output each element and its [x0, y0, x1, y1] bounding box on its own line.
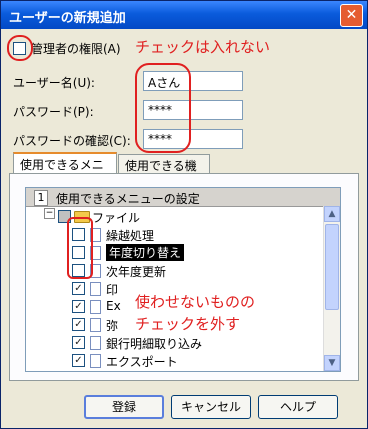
menu-item-label: 弥	[106, 319, 119, 333]
confirm-password-label: パスワードの確認(C):	[13, 134, 131, 148]
menu-item-label: 次年度更新	[106, 265, 167, 279]
username-label: ユーザー名(U):	[13, 76, 95, 90]
list-header: 1 使用できるメニューの設定	[26, 188, 340, 207]
header-text: 使用できるメニューの設定	[56, 192, 200, 206]
window-title: ユーザーの新規追加	[9, 11, 126, 26]
menu-item-checkbox[interactable]: ✓	[72, 300, 85, 313]
password-label: パスワード(P):	[13, 105, 94, 119]
document-icon	[90, 354, 101, 368]
dialog-window: ユーザーの新規追加 ✕ 管理者の権限(A) チェックは入れない ユーザー名(U)…	[0, 0, 368, 429]
menu-item-label: 銀行明細取り込み	[106, 337, 203, 351]
title-bar: ユーザーの新規追加 ✕	[1, 1, 367, 29]
document-icon	[90, 318, 101, 332]
menu-item-label: 印	[106, 283, 119, 297]
menu-item-checkbox[interactable]: ✓	[72, 336, 85, 349]
menu-item-row[interactable]: ✓ 銀行明細取り込み	[26, 333, 322, 351]
annotation-circle-unchecked	[67, 217, 93, 279]
menu-item-label: エクスポート	[106, 355, 178, 369]
cancel-button[interactable]: キャンセル	[171, 395, 251, 419]
help-button[interactable]: ヘルプ	[258, 395, 338, 419]
menu-item-label: Ex	[106, 299, 121, 313]
menu-item-label: 年度切り替え	[106, 244, 185, 261]
annotation-circle-admin	[7, 35, 33, 61]
annotation-top-note: チェックは入れない	[135, 38, 271, 56]
document-icon	[90, 282, 101, 296]
root-label: ファイル	[92, 211, 141, 225]
register-button[interactable]: 登録	[84, 395, 164, 419]
document-icon	[90, 336, 101, 350]
tab-available-menus[interactable]: 使用できるメニュー	[13, 152, 117, 189]
close-button[interactable]: ✕	[340, 4, 363, 27]
menu-item-checkbox[interactable]: ✓	[72, 354, 85, 367]
collapse-icon[interactable]: −	[44, 208, 55, 219]
annotation-circle-fields	[135, 63, 191, 153]
annotation-side-note-2: チェックを外す	[135, 315, 241, 333]
admin-label: 管理者の権限(A)	[31, 42, 121, 56]
menu-item-label: 繰越処理	[106, 229, 155, 243]
tab-available-functions[interactable]: 使用できる機能	[118, 154, 210, 190]
menu-permission-list: 1 使用できるメニューの設定 − ファイル 繰越処理 年度切り替え 次年度更新 ✓ 印 ✓…	[25, 187, 341, 372]
document-icon	[90, 300, 101, 314]
scroll-down-button[interactable]: ▼	[324, 355, 340, 371]
scroll-up-button[interactable]: ▲	[324, 206, 340, 222]
header-number: 1	[34, 190, 48, 206]
menu-item-checkbox[interactable]: ✓	[72, 282, 85, 295]
annotation-side-note-1: 使わせないものの	[135, 293, 256, 311]
menu-item-row[interactable]: ✓ エクスポート	[26, 351, 322, 369]
scroll-thumb[interactable]	[325, 224, 339, 310]
scrollbar[interactable]: ▲ ▼	[323, 206, 340, 371]
menu-item-checkbox[interactable]: ✓	[72, 318, 85, 331]
